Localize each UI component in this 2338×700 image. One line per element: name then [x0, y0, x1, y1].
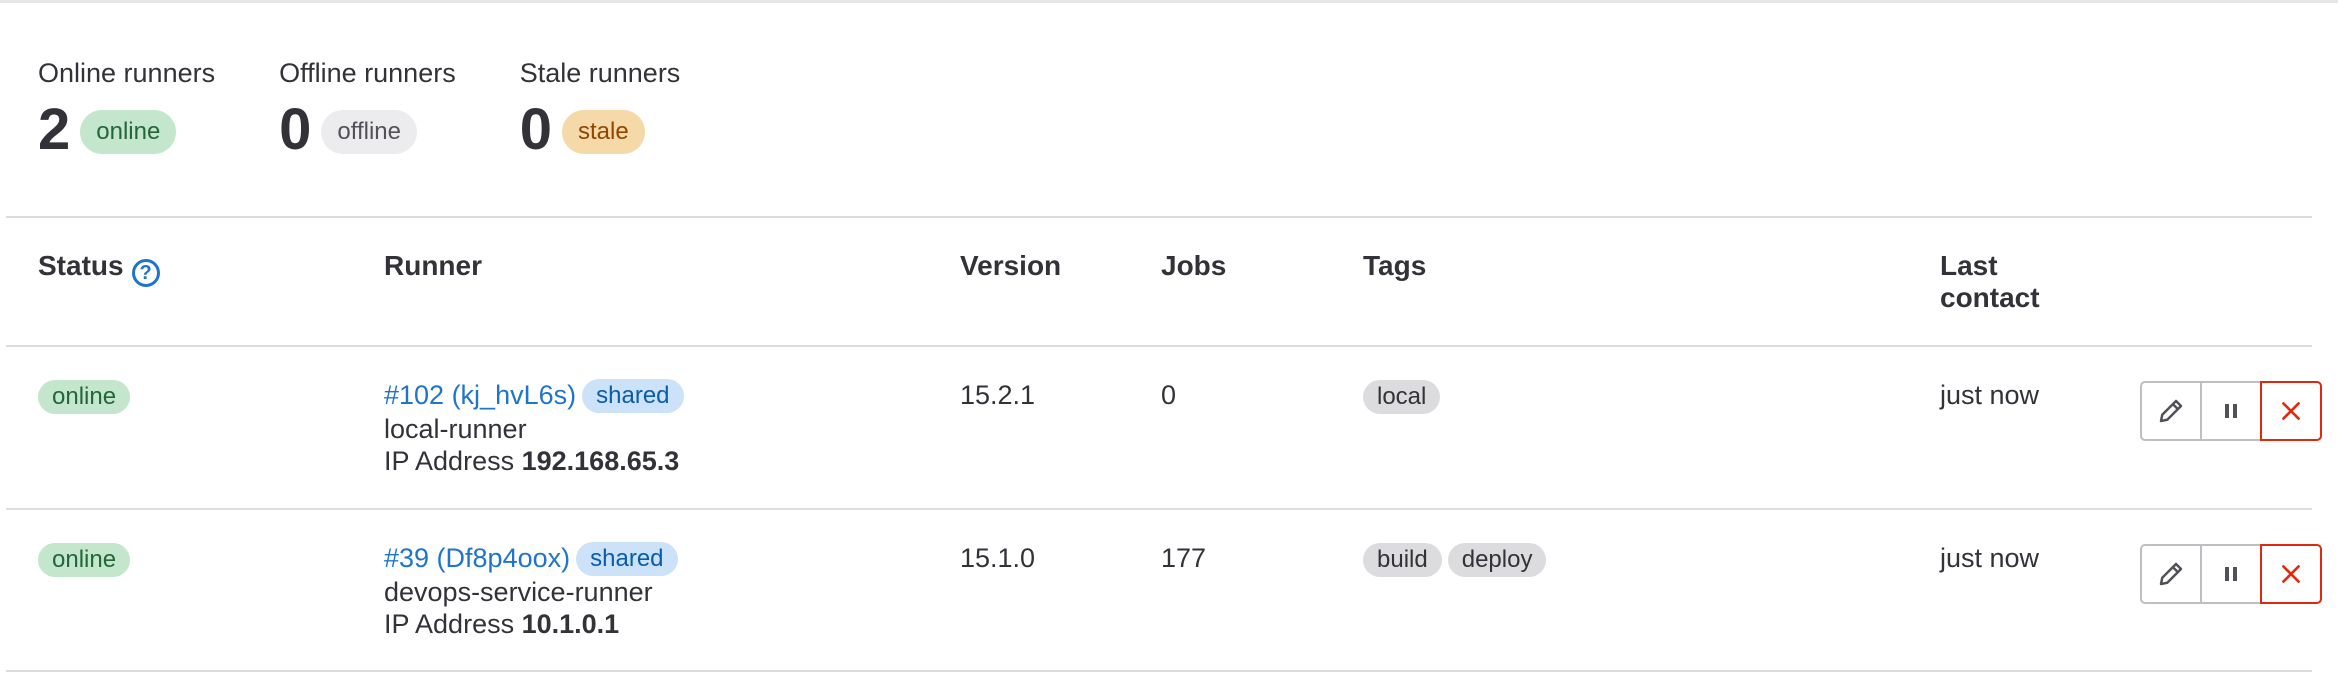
pause-button[interactable] [2200, 544, 2262, 604]
table-top-divider [6, 216, 2312, 218]
stat-label: Online runners [38, 58, 216, 88]
shared-badge: shared [582, 379, 684, 413]
row-divider [6, 670, 2312, 672]
tag-badge: local [1363, 380, 1441, 414]
stat-value: 2 [38, 97, 71, 162]
stat-stale: Stale runners 0 stale [520, 56, 681, 162]
last-contact-header-line: contact [1940, 282, 2040, 313]
online-badge: online [80, 110, 177, 154]
stale-badge: stale [561, 110, 645, 154]
pencil-icon [2159, 399, 2183, 423]
stat-label: Stale runners [519, 58, 681, 88]
runner-description: local-runner [384, 414, 527, 444]
column-header-jobs: Jobs [1161, 250, 1227, 281]
runner-link[interactable]: #102 (kj_hvL6s) [384, 380, 576, 410]
question-circle-icon[interactable]: ? [131, 259, 160, 287]
column-header-version: Version [960, 250, 1062, 281]
pencil-icon [2159, 562, 2183, 586]
runner-cell: #39 (Df8p4oox) shared devops-service-runn… [384, 542, 678, 640]
edit-button[interactable] [2140, 544, 2202, 604]
stat-value: 0 [279, 97, 312, 162]
status-badge: online [38, 380, 131, 414]
ip-label: IP Address [384, 609, 515, 639]
edit-button[interactable] [2140, 381, 2202, 441]
shared-badge: shared [576, 542, 678, 576]
runner-cell: #102 (kj_hvL6s) shared local-runner IP Ad… [384, 379, 684, 477]
delete-button[interactable] [2260, 544, 2322, 604]
offline-badge: offline [321, 110, 417, 154]
status-cell: online [38, 542, 131, 577]
row-actions [2140, 381, 2322, 441]
header-divider [6, 345, 2312, 347]
ip-label: IP Address [384, 446, 515, 476]
tags-cell: build deploy [1363, 542, 1552, 577]
pause-icon [2225, 404, 2237, 418]
row-divider [6, 508, 2312, 510]
row-actions [2140, 544, 2322, 604]
tags-cell: local [1363, 379, 1446, 414]
stat-value: 0 [519, 97, 552, 162]
runner-description: devops-service-runner [384, 577, 653, 607]
runner-link[interactable]: #39 (Df8p4oox) [384, 543, 570, 573]
jobs-cell: 177 [1161, 543, 1207, 573]
tag-badge: deploy [1447, 543, 1547, 577]
close-icon [2282, 402, 2300, 420]
ip-address: 10.1.0.1 [521, 609, 620, 639]
pause-icon [2225, 567, 2237, 581]
status-badge: online [38, 543, 131, 577]
pause-button[interactable] [2200, 381, 2262, 441]
version-cell: 15.2.1 [960, 380, 1036, 410]
close-icon [2282, 565, 2300, 583]
delete-button[interactable] [2260, 381, 2322, 441]
status-cell: online [38, 379, 131, 414]
stat-label: Offline runners [279, 58, 456, 88]
jobs-cell: 0 [1161, 380, 1177, 410]
tag-badge: build [1363, 543, 1442, 577]
ip-address: 192.168.65.3 [521, 446, 680, 476]
column-header-last-contact: Last contact [1940, 250, 2040, 314]
column-header-tags: Tags [1363, 250, 1427, 281]
last-contact-header-line: Last [1940, 250, 1998, 281]
stat-offline: Offline runners 0 offline [279, 56, 456, 162]
last-contact-cell: just now [1940, 543, 2040, 573]
runner-stats: Online runners 2 online Offline runners … [38, 56, 680, 162]
status-header-label: Status [38, 250, 124, 281]
last-contact-cell: just now [1940, 380, 2040, 410]
version-cell: 15.1.0 [960, 543, 1036, 573]
stat-online: Online runners 2 online [38, 56, 215, 162]
column-header-status: Status? [38, 250, 160, 287]
column-header-runner: Runner [384, 250, 482, 281]
top-divider [0, 0, 2338, 3]
